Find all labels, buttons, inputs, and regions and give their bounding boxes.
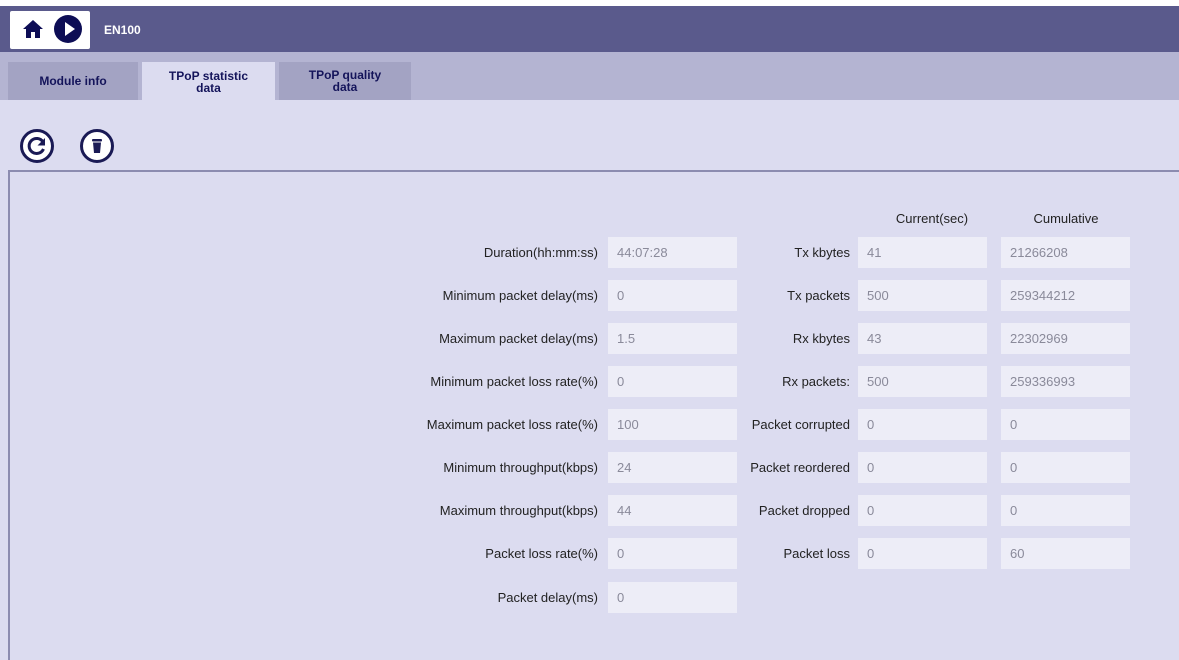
refresh-button[interactable] [20,129,54,163]
tab-label: Module info [39,74,107,88]
stat-value-field: 0 [608,582,737,613]
counter-row: Packet loss 0 60 [0,538,1179,569]
counter-label: Rx packets: [782,374,850,389]
counter-current-field: 0 [858,409,987,440]
counter-cumulative-field: 259344212 [1001,280,1130,311]
stat-row: Packet delay(ms) 0 [0,582,1179,613]
counter-current-field: 0 [858,452,987,483]
counter-row: Tx kbytes 41 21266208 [0,237,1179,268]
counter-current-field: 43 [858,323,987,354]
counter-cumulative-field: 0 [1001,452,1130,483]
counter-row: Packet corrupted 0 0 [0,409,1179,440]
counter-cumulative-field: 259336993 [1001,366,1130,397]
counter-current-field: 500 [858,366,987,397]
delete-button[interactable] [80,129,114,163]
counter-label: Packet corrupted [751,417,850,432]
counter-row: Rx kbytes 43 22302969 [0,323,1179,354]
counter-label: Tx kbytes [794,245,850,260]
counter-current-field: 500 [858,280,987,311]
tab-label: TPoP statistic data [169,70,248,94]
counter-row: Packet dropped 0 0 [0,495,1179,526]
column-header-current: Current(sec) [895,211,969,226]
home-icon[interactable] [22,19,44,39]
counter-label: Tx packets [787,288,850,303]
counter-row: Packet reordered 0 0 [0,452,1179,483]
counter-label: Packet reordered [750,460,850,475]
play-icon[interactable] [54,15,82,43]
counter-row: Rx packets: 500 259336993 [0,366,1179,397]
counter-row: Tx packets 500 259344212 [0,280,1179,311]
counter-cumulative-field: 0 [1001,409,1130,440]
counter-cumulative-field: 60 [1001,538,1130,569]
counter-label: Rx kbytes [792,331,850,346]
tab-label-line2: data [332,80,358,94]
nav-button-group [10,11,90,49]
tab-label: TPoP quality data [309,69,381,93]
top-bar: EN100 [0,0,1179,52]
tab-module-info[interactable]: Module info [8,62,138,100]
counter-current-field: 41 [858,237,987,268]
trash-icon [92,139,102,153]
tab-tpop-statistic-data[interactable]: TPoP statistic data [142,62,275,102]
counter-label: Packet dropped [758,503,850,518]
counter-cumulative-field: 22302969 [1001,323,1130,354]
counter-cumulative-field: 21266208 [1001,237,1130,268]
counter-label: Packet loss [783,546,850,561]
stat-label: Packet delay(ms) [497,590,598,605]
counter-cumulative-field: 0 [1001,495,1130,526]
device-name: EN100 [104,23,141,37]
tab-tpop-quality-data[interactable]: TPoP quality data [279,62,411,100]
column-header-cumulative: Cumulative [1033,211,1099,226]
tab-bar: Module info TPoP statistic data TPoP qua… [0,52,1179,102]
refresh-icon [27,137,45,155]
tab-label-line2: data [196,81,221,95]
counter-current-field: 0 [858,538,987,569]
counter-current-field: 0 [858,495,987,526]
